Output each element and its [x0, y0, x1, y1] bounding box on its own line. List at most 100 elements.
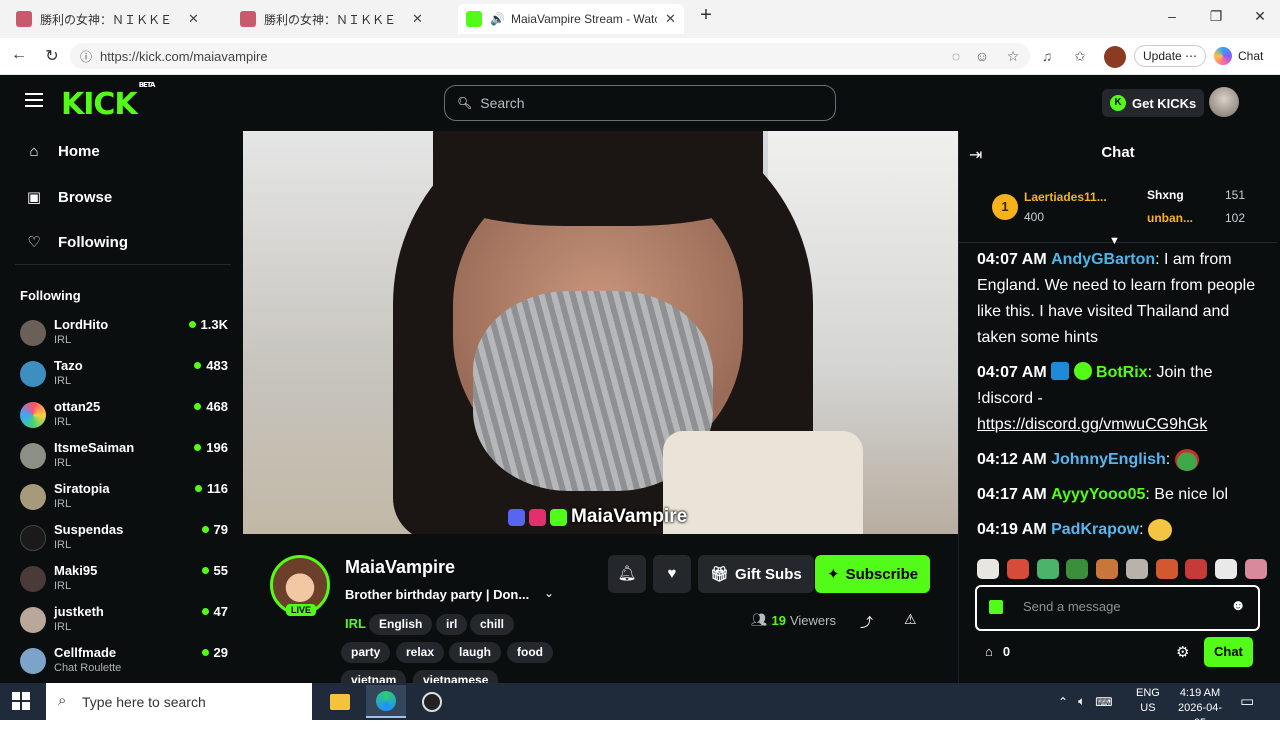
emote-icon[interactable] [1244, 559, 1267, 579]
emote-icon[interactable] [1125, 559, 1148, 579]
tray-expand-icon[interactable]: ⌃ [1058, 695, 1068, 709]
tag-english[interactable]: English [369, 614, 433, 635]
update-button[interactable]: Update ⋯ [1134, 45, 1207, 67]
audio-playing-icon[interactable]: 🔊 [490, 12, 505, 26]
leaderboard-top-name[interactable]: Laertiades11... [1024, 190, 1107, 204]
close-tab-icon[interactable]: ✕ [665, 11, 676, 27]
channel-points[interactable]: ⌂ 0 [985, 644, 1010, 659]
tag-vietnamese[interactable]: vietnamese [413, 670, 499, 683]
followed-channel-ottan25[interactable]: ottan25 IRL 468 [20, 399, 228, 435]
tag-irl[interactable]: irl [436, 614, 468, 635]
chevron-down-icon[interactable]: ⌄ [544, 586, 554, 600]
message-username[interactable]: AyyyYooo05 [1051, 486, 1145, 503]
browser-tab-1[interactable]: 勝利の女神：ＮＩＫＫＥ 寝ころび ✕ [8, 4, 232, 34]
close-window-icon[interactable]: ✕ [1240, 8, 1280, 25]
channel-name: Suspendas [54, 522, 124, 537]
gift-subs-button[interactable]: 🎁︎ Gift Subs [698, 555, 814, 593]
tag-laugh[interactable]: laugh [449, 642, 501, 663]
get-kicks-button[interactable]: K Get KICKs [1102, 89, 1205, 117]
emote-icon[interactable] [1155, 559, 1178, 579]
report-warning-icon[interactable]: ⚠ [904, 611, 917, 628]
minimize-icon[interactable]: – [1152, 8, 1192, 24]
chat-send-button[interactable]: Chat [1204, 637, 1253, 667]
chat-message-input[interactable] [1023, 599, 1223, 614]
follow-heart-icon[interactable]: ♥ [653, 555, 691, 593]
kick-logo[interactable]: KICKBETA [61, 81, 155, 122]
emote-icon[interactable] [1006, 559, 1029, 579]
notifications-icon[interactable]: ▭ [1240, 692, 1254, 710]
gift-icon[interactable] [989, 600, 1003, 614]
tag-party[interactable]: party [341, 642, 391, 663]
user-avatar[interactable] [1209, 87, 1239, 117]
browser-tab-3-active[interactable]: 🔊 MaiaVampire Stream - Watch ✕ [458, 4, 684, 34]
close-tab-icon[interactable]: ✕ [412, 11, 423, 27]
followed-channel-maki95[interactable]: Maki95 IRL 55 [20, 563, 228, 599]
tag-relax[interactable]: relax [396, 642, 445, 663]
obs-app-icon[interactable] [412, 685, 452, 718]
sidebar-item-browse[interactable]: ▣ Browse [24, 188, 112, 207]
new-tab-icon[interactable]: + [686, 4, 726, 27]
emote-icon[interactable] [1185, 559, 1208, 579]
followed-channel-tazo[interactable]: Tazo IRL 483 [20, 358, 228, 394]
maximize-icon[interactable]: ❐ [1196, 8, 1236, 25]
volume-icon[interactable]: 🔈︎ [1078, 694, 1085, 709]
followed-channel-lordhito[interactable]: LordHito IRL 1.3K [20, 317, 228, 353]
notification-bell-icon[interactable]: 🔔︎ [608, 555, 646, 593]
message-username[interactable]: PadKrapow [1051, 521, 1139, 538]
share-icon[interactable]: ⤴ [860, 612, 873, 631]
sidebar-item-following[interactable]: ♡ Following [24, 233, 128, 252]
emote-icon[interactable] [1066, 559, 1089, 579]
profile-avatar[interactable] [1104, 46, 1126, 68]
pinned-toggle-icon[interactable]: ▼ [1109, 235, 1120, 247]
menu-icon[interactable] [25, 93, 43, 107]
discord-link[interactable]: https://discord.gg/vmwuCG9hGk [977, 416, 1207, 433]
message-username[interactable]: BotRix [1096, 364, 1148, 381]
message-username[interactable]: AndyGBarton [1051, 251, 1155, 268]
taskbar-search-input[interactable]: ⌕ Type here to search [46, 683, 312, 720]
subscribe-button[interactable]: ✦ Subscribe [815, 555, 931, 593]
followed-channel-suspendas[interactable]: Suspendas IRL 79 [20, 522, 228, 558]
emote-icon[interactable] [1215, 559, 1238, 579]
keyboard-icon[interactable]: ⌨ [1095, 695, 1112, 709]
tag-food[interactable]: food [507, 642, 553, 663]
emote-icon[interactable] [1096, 559, 1119, 579]
refresh-icon[interactable]: ↻ [40, 46, 64, 66]
search-input[interactable]: 🔍︎ Search [444, 85, 836, 121]
chat-input-box[interactable]: ☻ [975, 585, 1260, 631]
channel-category: IRL [54, 580, 72, 592]
streamer-name[interactable]: MaiaVampire [345, 557, 455, 578]
site-info-icon[interactable]: ⓘ [80, 48, 92, 65]
emoji-icon[interactable]: ☻ [1230, 597, 1246, 614]
sidebar-item-home[interactable]: ⌂ Home [24, 143, 99, 160]
copilot-button[interactable]: Chat [1214, 47, 1263, 65]
tracking-prevention-icon[interactable]: ◌ [946, 48, 966, 64]
followed-channel-justketh[interactable]: justketh IRL 47 [20, 604, 228, 640]
tag-chill[interactable]: chill [470, 614, 515, 635]
browser-tab-2[interactable]: 勝利の女神：ＮＩＫＫＥ 寝ころび ✕ [232, 4, 458, 34]
video-player[interactable]: MaiaVampire [243, 131, 958, 534]
emote-icon[interactable] [1036, 559, 1059, 579]
points-icon: ⌂ [985, 644, 993, 659]
back-icon[interactable]: ← [7, 46, 31, 64]
taskbar-clock[interactable]: 4:19 AM 2026-04-05 [1172, 686, 1228, 731]
close-tab-icon[interactable]: ✕ [188, 11, 199, 27]
followed-channel-cellfmade[interactable]: Cellfmade Chat Roulette 29 [20, 645, 228, 681]
url-field[interactable]: ⓘ https://kick.com/maiavampire [70, 43, 1030, 69]
message-username[interactable]: JohnnyEnglish [1051, 451, 1166, 468]
reading-mode-icon[interactable]: ☺ [972, 48, 992, 64]
followed-channel-siratopia[interactable]: Siratopia IRL 116 [20, 481, 228, 517]
leaderboard-third-name[interactable]: unban... [1147, 211, 1193, 225]
windows-start-icon[interactable] [12, 692, 30, 710]
edge-browser-icon[interactable] [366, 685, 406, 718]
favorites-icon[interactable]: ✩ [1070, 48, 1090, 65]
media-control-icon[interactable]: ♫ [1037, 48, 1057, 64]
favorite-star-icon[interactable]: ☆ [1003, 48, 1023, 65]
tag-vietnam[interactable]: vietnam [341, 670, 407, 683]
leaderboard-second-name[interactable]: Shxng [1147, 188, 1184, 202]
followed-channel-itsmesaiman[interactable]: ItsmeSaiman IRL 196 [20, 440, 228, 476]
file-explorer-icon[interactable] [320, 685, 360, 718]
chat-settings-gear-icon[interactable]: ⚙ [1176, 643, 1189, 661]
category-link[interactable]: IRL [345, 616, 366, 631]
language-indicator[interactable]: ENG US [1136, 686, 1160, 716]
emote-icon[interactable] [977, 559, 999, 579]
